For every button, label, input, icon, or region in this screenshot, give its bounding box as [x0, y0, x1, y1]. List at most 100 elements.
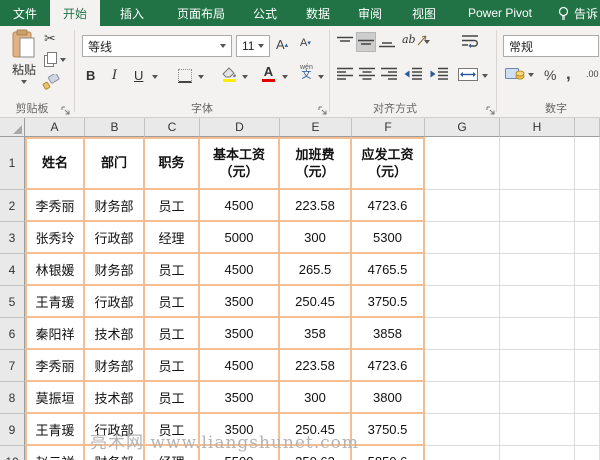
cell-c1[interactable]: 职务	[145, 137, 200, 190]
phonetic-dropdown-icon[interactable]	[318, 75, 324, 79]
bold-button[interactable]: B	[86, 68, 95, 83]
cell-f8[interactable]: 3800	[352, 382, 425, 414]
cell-g10[interactable]	[425, 446, 500, 460]
font-name-select[interactable]: 等线	[82, 35, 232, 57]
font-color-button[interactable]: A	[262, 66, 275, 82]
cell-e3[interactable]: 300	[280, 222, 352, 254]
cell-f10[interactable]: 5850.6	[352, 446, 425, 460]
alignment-dialog-launcher[interactable]	[486, 102, 496, 112]
accounting-dropdown-icon[interactable]	[528, 73, 534, 77]
cell-h4[interactable]	[500, 254, 575, 286]
cell-b6[interactable]: 技术部	[85, 318, 145, 350]
cell-e9[interactable]: 250.45	[280, 414, 352, 446]
cell-d3[interactable]: 5000	[200, 222, 280, 254]
cell-c10[interactable]: 经理	[145, 446, 200, 460]
cell-f5[interactable]: 3750.5	[352, 286, 425, 318]
cell-e1[interactable]: 加班费 （元）	[280, 137, 352, 190]
cell-a8[interactable]: 莫振垣	[25, 382, 85, 414]
increase-font-button[interactable]: A▴	[276, 37, 288, 52]
cell-h2[interactable]	[500, 190, 575, 222]
column-header-g[interactable]: G	[425, 118, 500, 137]
column-header-f[interactable]: F	[352, 118, 425, 137]
cell-f7[interactable]: 4723.6	[352, 350, 425, 382]
row-header-10[interactable]: 10	[0, 446, 25, 460]
cell-b2[interactable]: 财务部	[85, 190, 145, 222]
cell-g6[interactable]	[425, 318, 500, 350]
align-middle-button[interactable]	[356, 32, 376, 52]
wrap-text-button[interactable]	[462, 34, 479, 48]
merge-center-button[interactable]	[458, 67, 478, 82]
cell-a2[interactable]: 李秀丽	[25, 190, 85, 222]
paste-button[interactable]: 粘贴	[6, 29, 42, 84]
cell-e6[interactable]: 358	[280, 318, 352, 350]
align-center-button[interactable]	[359, 67, 375, 81]
align-bottom-button[interactable]	[379, 35, 395, 49]
row-header-6[interactable]: 6	[0, 318, 25, 350]
cell-h10[interactable]	[500, 446, 575, 460]
tellme-button[interactable]: 告诉	[557, 0, 600, 26]
underline-button[interactable]: U	[134, 68, 143, 83]
cell-c5[interactable]: 员工	[145, 286, 200, 318]
cell-e4[interactable]: 265.5	[280, 254, 352, 286]
font-dialog-launcher[interactable]	[318, 102, 328, 112]
cell-h8[interactable]	[500, 382, 575, 414]
row-header-9[interactable]: 9	[0, 414, 25, 446]
align-top-button[interactable]	[337, 35, 353, 49]
cell-c6[interactable]: 员工	[145, 318, 200, 350]
cell-b9[interactable]: 行政部	[85, 414, 145, 446]
accounting-format-button[interactable]	[505, 67, 525, 81]
italic-button[interactable]: I	[112, 68, 117, 83]
cell-i3[interactable]	[575, 222, 600, 254]
decrease-indent-button[interactable]	[404, 67, 422, 81]
format-painter-button[interactable]	[42, 74, 60, 90]
cell-a9[interactable]: 王青瑗	[25, 414, 85, 446]
cell-c4[interactable]: 员工	[145, 254, 200, 286]
cell-b8[interactable]: 技术部	[85, 382, 145, 414]
cell-d2[interactable]: 4500	[200, 190, 280, 222]
tab-insert[interactable]: 插入	[100, 0, 164, 26]
phonetic-guide-button[interactable]: wén 文	[300, 65, 313, 81]
cell-c7[interactable]: 员工	[145, 350, 200, 382]
cell-i5[interactable]	[575, 286, 600, 318]
cell-d6[interactable]: 3500	[200, 318, 280, 350]
cell-d8[interactable]: 3500	[200, 382, 280, 414]
borders-button[interactable]	[178, 69, 192, 83]
cell-d1[interactable]: 基本工资 （元）	[200, 137, 280, 190]
cell-f4[interactable]: 4765.5	[352, 254, 425, 286]
cell-g1[interactable]	[425, 137, 500, 190]
cell-c9[interactable]: 员工	[145, 414, 200, 446]
cell-d4[interactable]: 4500	[200, 254, 280, 286]
column-header-partial[interactable]	[575, 118, 600, 137]
cell-d9[interactable]: 3500	[200, 414, 280, 446]
cell-h5[interactable]	[500, 286, 575, 318]
cell-e10[interactable]: 350.63	[280, 446, 352, 460]
column-header-d[interactable]: D	[200, 118, 280, 137]
comma-style-button[interactable]: ,	[566, 64, 571, 84]
cell-d5[interactable]: 3500	[200, 286, 280, 318]
column-header-b[interactable]: B	[85, 118, 145, 137]
cell-g8[interactable]	[425, 382, 500, 414]
column-header-e[interactable]: E	[280, 118, 352, 137]
font-size-select[interactable]: 11	[236, 35, 270, 57]
column-header-h[interactable]: H	[500, 118, 575, 137]
merge-center-dropdown-icon[interactable]	[482, 74, 488, 78]
cell-c8[interactable]: 员工	[145, 382, 200, 414]
cell-d7[interactable]: 4500	[200, 350, 280, 382]
cell-b5[interactable]: 行政部	[85, 286, 145, 318]
select-all-corner[interactable]	[0, 118, 25, 137]
align-right-button[interactable]	[381, 67, 397, 81]
cell-f2[interactable]: 4723.6	[352, 190, 425, 222]
tab-home[interactable]: 开始	[50, 0, 100, 26]
fill-color-button[interactable]	[222, 67, 237, 82]
percent-style-button[interactable]: %	[544, 67, 556, 83]
tab-power-pivot[interactable]: Power Pivot	[452, 0, 548, 26]
tab-page-layout[interactable]: 页面布局	[164, 0, 238, 26]
cell-g4[interactable]	[425, 254, 500, 286]
cell-g2[interactable]	[425, 190, 500, 222]
cell-f6[interactable]: 3858	[352, 318, 425, 350]
cell-a3[interactable]: 张秀玲	[25, 222, 85, 254]
cell-c2[interactable]: 员工	[145, 190, 200, 222]
cell-e5[interactable]: 250.45	[280, 286, 352, 318]
increase-decimal-button[interactable]: .00	[586, 69, 599, 79]
cell-h3[interactable]	[500, 222, 575, 254]
